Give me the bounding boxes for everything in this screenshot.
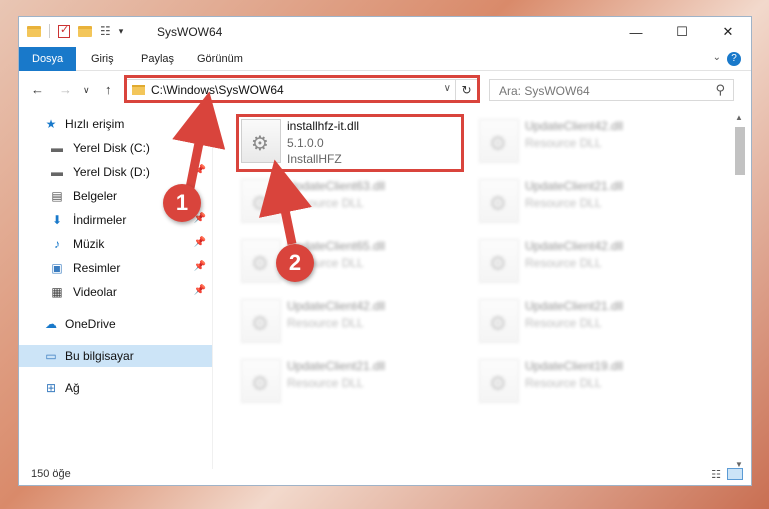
arrow-to-file (259, 159, 312, 245)
annotation-arrows (172, 91, 312, 245)
step-badge-2: 2 (276, 244, 314, 282)
arrow-to-address (172, 91, 226, 189)
step-badge-1: 1 (163, 184, 201, 222)
